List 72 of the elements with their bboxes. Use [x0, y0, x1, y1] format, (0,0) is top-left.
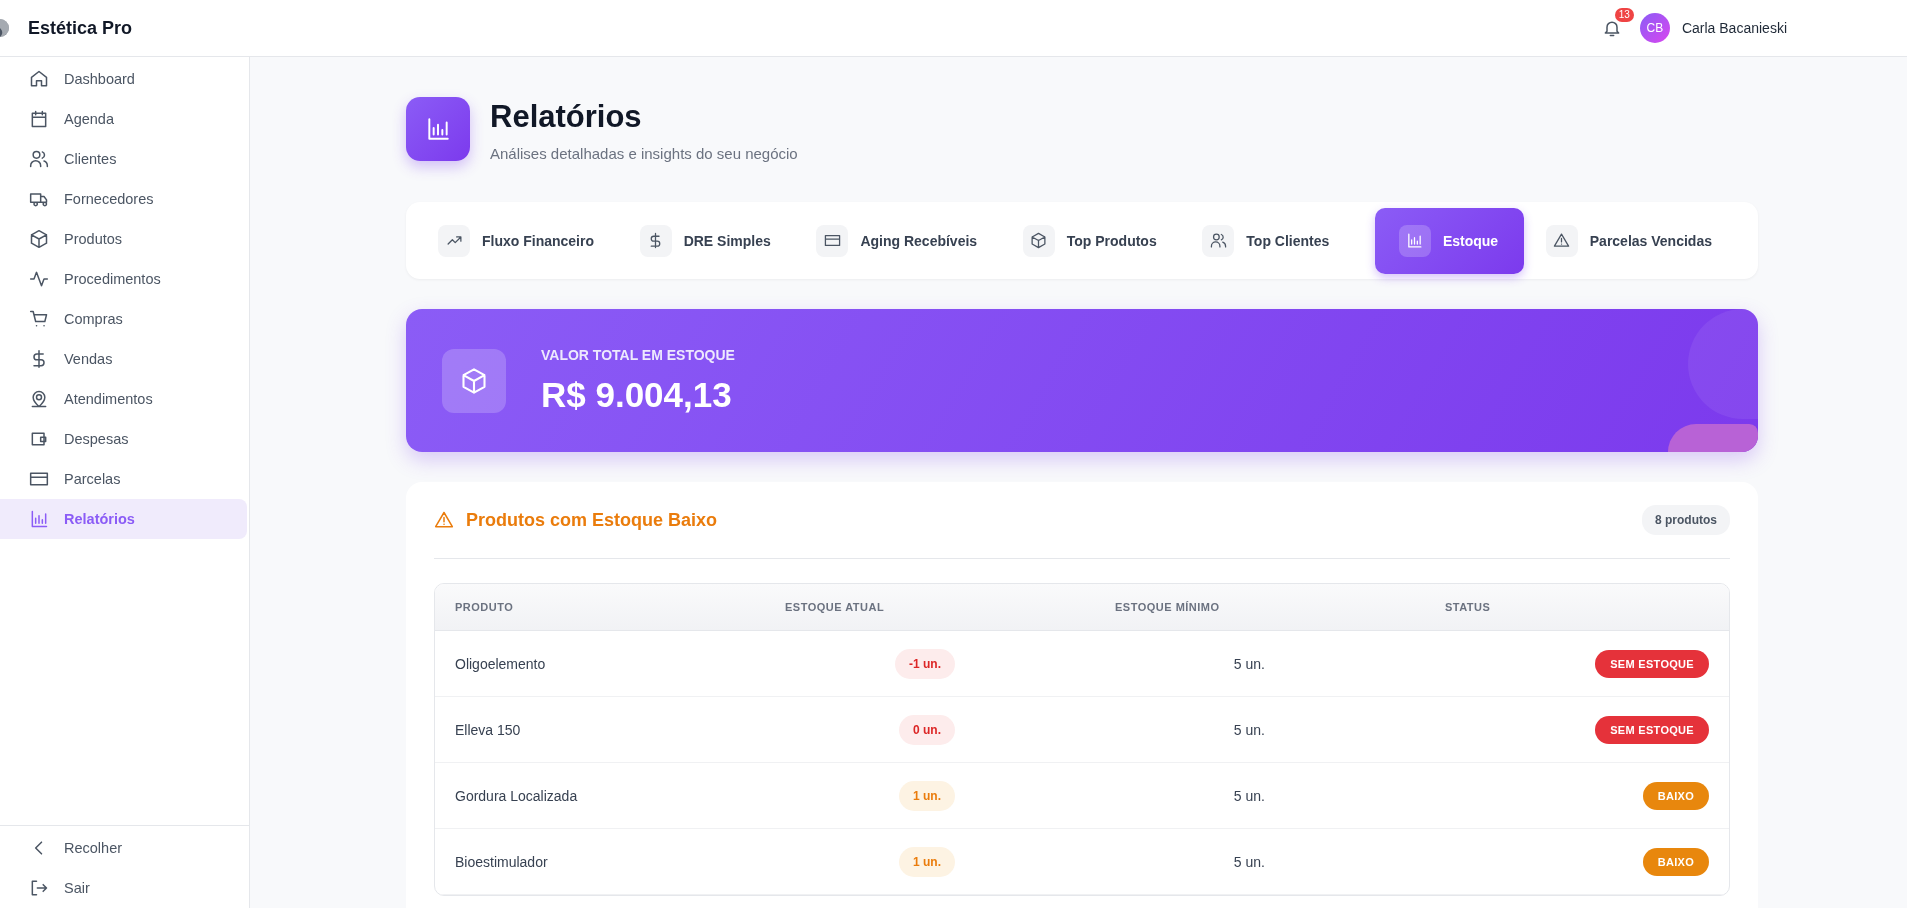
sidebar-item[interactable]: Fornecedores — [0, 179, 247, 219]
minimum-stock: 5 un. — [1232, 853, 1266, 870]
report-tab[interactable]: Top Produtos — [1022, 214, 1181, 267]
box-icon — [29, 229, 49, 249]
status-badge: BAIXO — [1642, 847, 1709, 876]
product-count: 8 produtos — [1642, 505, 1730, 535]
calendar-icon — [29, 109, 49, 129]
app-title: Estética Pro — [28, 17, 133, 39]
pin-icon — [29, 389, 49, 409]
home-icon — [29, 69, 49, 89]
sidebar-item[interactable]: Relatórios — [0, 499, 247, 539]
report-tab[interactable]: Top Clientes — [1202, 214, 1354, 267]
column-header: STATUS — [1445, 601, 1492, 613]
section-title: Produtos com Estoque Baixo — [466, 509, 718, 531]
bar-chart-icon — [29, 509, 49, 529]
column-header: PRODUTO — [455, 601, 515, 613]
column-header: ESTOQUE MÍNIMO — [1115, 601, 1221, 613]
card-icon — [29, 469, 49, 489]
cart-icon — [29, 309, 49, 329]
sidebar-item[interactable]: Despesas — [0, 419, 247, 459]
bar-chart-icon — [425, 116, 451, 142]
dollar-icon — [639, 224, 672, 257]
stock-value: R$ 9.004,13 — [541, 374, 733, 415]
report-tab[interactable]: DRE Simples — [639, 214, 795, 267]
page-title: Relatórios — [490, 99, 643, 135]
report-tab[interactable]: Fluxo Financeiro — [438, 214, 618, 267]
notification-count: 13 — [1614, 8, 1634, 22]
wallet-icon — [29, 429, 49, 449]
collapse-button[interactable]: Recolher — [0, 828, 247, 868]
pulse-icon — [29, 269, 49, 289]
page-subtitle: Análises detalhadas e insights do seu negócio — [490, 145, 798, 162]
card-icon — [816, 224, 849, 257]
status-badge: SEM ESTOQUE — [1595, 649, 1709, 678]
column-header: ESTOQUE ATUAL — [785, 601, 886, 613]
logout-button[interactable]: Sair — [0, 868, 247, 908]
sidebar-item[interactable]: Compras — [0, 299, 247, 339]
minimum-stock: 5 un. — [1232, 721, 1266, 738]
box-icon — [1022, 224, 1055, 257]
user-avatar[interactable]: CB — [1639, 13, 1670, 43]
bar-chart-icon — [1398, 224, 1431, 257]
minimum-stock: 5 un. — [1232, 655, 1266, 672]
current-stock: 0 un. — [899, 714, 955, 745]
product-name: Oligoelemento — [455, 655, 547, 672]
user-name: Carla Bacanieski — [1681, 20, 1787, 36]
sidebar-item[interactable]: Vendas — [0, 339, 247, 379]
users-icon — [29, 149, 49, 169]
current-stock: 1 un. — [899, 780, 955, 811]
sidebar-item[interactable]: Produtos — [0, 219, 247, 259]
logout-icon — [29, 878, 49, 898]
report-tab[interactable]: Aging Recebíveis — [816, 214, 1002, 267]
sidebar-item[interactable]: Atendimentos — [0, 379, 247, 419]
current-stock: 1 un. — [899, 846, 955, 877]
status-badge: SEM ESTOQUE — [1595, 715, 1709, 744]
sidebar-item[interactable]: Dashboard — [0, 59, 247, 99]
box-icon — [442, 348, 506, 413]
product-name: Elleva 150 — [455, 721, 522, 738]
current-stock: -1 un. — [895, 648, 955, 679]
trend-icon — [438, 224, 470, 257]
stock-value-label: VALOR TOTAL EM ESTOQUE — [541, 346, 735, 363]
warning-icon — [434, 510, 454, 530]
sidebar-item[interactable]: Clientes — [0, 139, 247, 179]
product-name: Bioestimulador — [455, 853, 549, 870]
status-badge: BAIXO — [1642, 781, 1709, 810]
product-name: Gordura Localizada — [455, 787, 579, 804]
report-tab[interactable]: Estoque — [1374, 207, 1525, 274]
sidebar-item[interactable]: Procedimentos — [0, 259, 247, 299]
warning-icon — [1545, 224, 1578, 257]
sidebar-item[interactable]: Agenda — [0, 99, 247, 139]
sidebar-item[interactable]: Parcelas — [0, 459, 247, 499]
report-tab[interactable]: Parcelas Vencidas — [1545, 214, 1736, 267]
users-icon — [1202, 224, 1235, 257]
minimum-stock: 5 un. — [1232, 787, 1266, 804]
